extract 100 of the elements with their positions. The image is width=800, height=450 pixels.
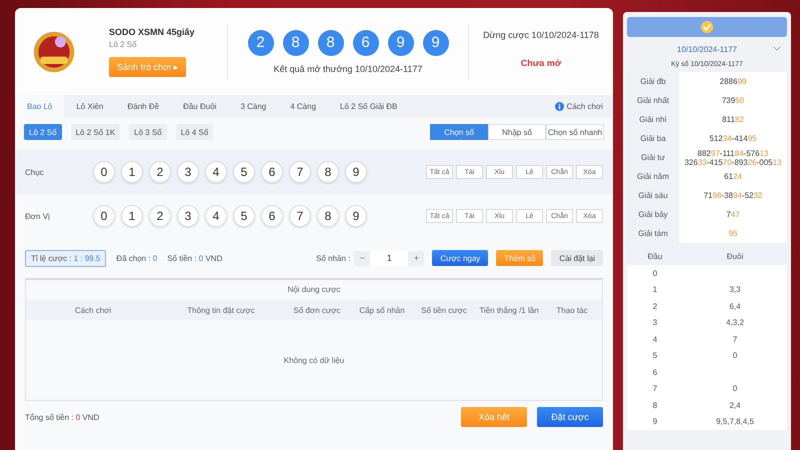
number-ball[interactable]: 7 [289, 205, 311, 227]
mode-tab[interactable]: Chọn số [430, 124, 488, 140]
table-cell: 0 [732, 351, 738, 360]
odds-value: 1 : 99.5 [74, 254, 100, 262]
result-ball: 6 [352, 30, 378, 56]
table-cell: 8 [652, 400, 658, 410]
tab[interactable]: 4 Càng [278, 95, 328, 118]
info-icon [554, 102, 564, 111]
multiplier-field[interactable]: 1 [370, 250, 408, 266]
tab[interactable]: Đầu Đuôi [171, 95, 228, 118]
table-cell: 4 [652, 334, 658, 344]
table-cell: 5 [652, 351, 658, 360]
tab[interactable]: 3 Càng [228, 95, 278, 118]
subtab[interactable]: Lô 4 Số [176, 124, 214, 140]
number-ball[interactable]: 4 [205, 205, 227, 227]
prize-numbers: 95 [728, 229, 738, 238]
number-ball[interactable]: 2 [149, 161, 171, 183]
number-ball[interactable]: 9 [345, 205, 367, 227]
number-ball[interactable]: 9 [345, 161, 367, 183]
game-subtitle: Lô 2 Số [109, 40, 137, 48]
tab[interactable]: Đánh Đề [116, 95, 172, 118]
column-header: Số tiền cược [420, 306, 468, 314]
subtab[interactable]: Lô 2 Số [24, 124, 62, 140]
number-ball[interactable]: 7 [289, 161, 311, 183]
prize-numbers: 81182 [722, 115, 744, 124]
action-button[interactable]: Cược ngay [432, 250, 488, 266]
column-header: Cách chơi [74, 306, 112, 314]
mode-tab[interactable]: Nhập số [488, 124, 546, 140]
subtab[interactable]: Lô 2 Số 1K [70, 124, 120, 140]
column-header: Thông tin đặt cược [186, 306, 256, 314]
table-cell: 7 [732, 334, 738, 344]
date-select[interactable]: 10/10/2024-1177 [627, 40, 787, 58]
prize-numbers: 288699 [720, 77, 746, 86]
mode-tab[interactable]: Chọn số nhanh [546, 124, 604, 140]
number-ball[interactable]: 0 [93, 205, 115, 227]
minus-button[interactable]: − [354, 253, 370, 263]
table-cell: 6,4 [729, 302, 741, 311]
number-ball[interactable]: 0 [93, 161, 115, 183]
table-cell: 0 [652, 268, 658, 278]
number-ball[interactable]: 5 [233, 161, 255, 183]
game-title: SODO XSMN 45giây [109, 26, 195, 36]
help-link[interactable]: Cách chơi [554, 102, 603, 111]
column-header: Đuôi [726, 252, 744, 260]
tab[interactable]: Lô Xiên [64, 95, 116, 118]
table-cell: 9 [652, 417, 658, 426]
table-cell: 6 [652, 368, 658, 377]
action-button[interactable]: Cài đặt lại [551, 250, 603, 266]
table-cell: 4,3,2 [726, 318, 744, 328]
amount-label: Số tiền : [167, 254, 198, 262]
tab[interactable]: Bao Lô [15, 95, 64, 118]
column-header: Tiền thắng /1 lần [478, 306, 540, 314]
result-ball: 9 [422, 30, 448, 56]
table-cell: 2,4 [729, 400, 741, 410]
chosen-count: 0 [152, 254, 158, 262]
number-ball[interactable]: 5 [233, 205, 255, 227]
prize-numbers: 7198-3894-5232 [704, 191, 762, 200]
prize-numbers: 73950 [722, 96, 744, 105]
chevron-down-icon [773, 46, 781, 51]
number-ball[interactable]: 2 [149, 205, 171, 227]
subtab[interactable]: Lô 3 Số [129, 124, 167, 140]
total-label: Tổng số tiền : [25, 413, 74, 422]
prize-numbers: 51234-41495 [709, 134, 757, 143]
result-ball: 8 [318, 30, 344, 56]
number-ball[interactable]: 6 [261, 205, 283, 227]
prize-numbers: 32633-41570-89326-00513 [684, 158, 782, 166]
table-cell: 3 [652, 318, 658, 328]
table-cell: 9,5,7,8,4,5 [716, 417, 754, 426]
table-cell: 0 [732, 384, 738, 394]
number-ball[interactable]: 6 [261, 161, 283, 183]
column-header: Cấp số nhân [358, 306, 406, 314]
prize-numbers: 88297-11184-57613 [698, 148, 768, 158]
table-title: Nội dung cược [286, 284, 342, 296]
table-cell: 3,3 [729, 285, 741, 294]
result-caption: Kết quả mở thưởng 10/10/2024-1177 [274, 64, 422, 74]
total-unit: VND [81, 413, 100, 422]
result-ball: 2 [248, 30, 274, 56]
result-ball: 8 [282, 30, 308, 56]
number-ball[interactable]: 1 [121, 161, 143, 183]
number-ball[interactable]: 3 [177, 205, 199, 227]
draw-status: Chưa mở [520, 58, 562, 68]
table-cell: 7 [652, 384, 658, 394]
plus-button[interactable]: + [408, 253, 424, 263]
prize-numbers: 747 [726, 210, 740, 219]
empty-message: Không có dữ liệu [284, 356, 344, 364]
number-ball[interactable]: 8 [317, 205, 339, 227]
column-header: Thao tác [555, 306, 589, 314]
number-ball[interactable]: 1 [121, 205, 143, 227]
column-header: Đầu [646, 252, 664, 260]
number-ball[interactable]: 3 [177, 161, 199, 183]
chosen-label: Đã chọn : [116, 254, 152, 262]
number-ball[interactable]: 8 [317, 161, 339, 183]
total-value: 0 [76, 413, 80, 422]
table-cell: 2 [652, 302, 658, 311]
multiplier-label: Số nhân : [316, 254, 350, 262]
tab[interactable]: Lô 2 Số Giải ĐB [328, 95, 410, 118]
row-label: Chục [25, 168, 45, 176]
number-ball[interactable]: 4 [205, 161, 227, 183]
amount-value: 0 [198, 254, 204, 262]
column-header: Số đơn cược [292, 306, 342, 314]
action-button[interactable]: Đặt cược [537, 407, 603, 427]
